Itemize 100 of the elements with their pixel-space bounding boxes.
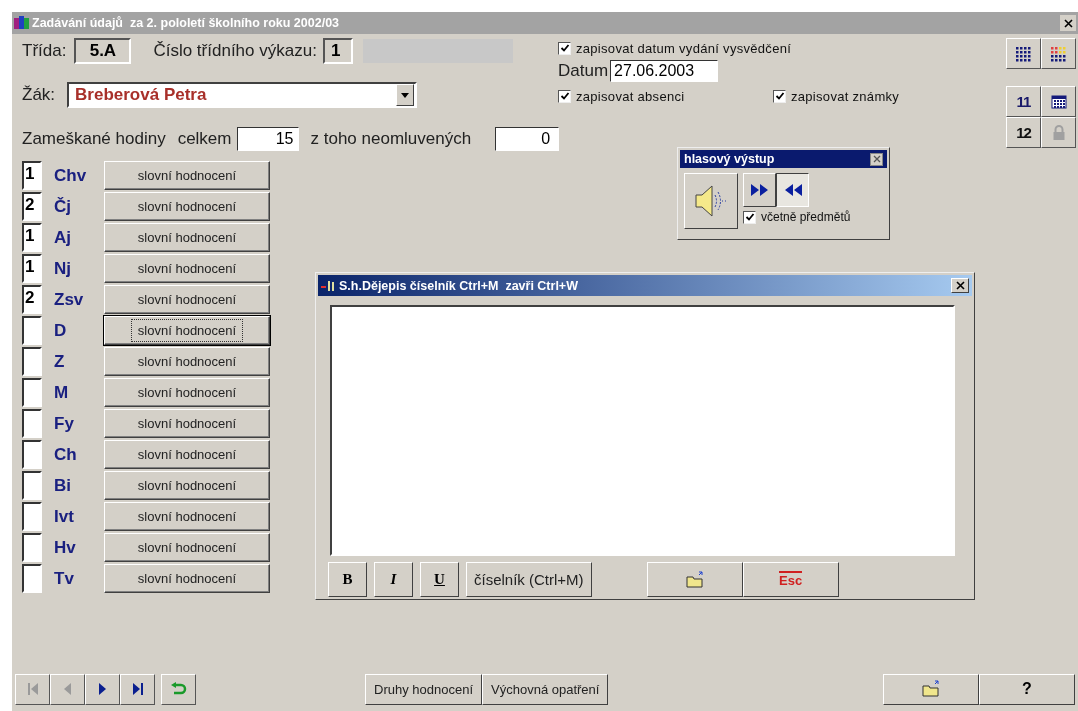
app-icon xyxy=(321,279,335,292)
grid-icon xyxy=(1014,45,1033,62)
total-hours-field[interactable]: 15 xyxy=(236,127,299,151)
subject-code: Ch xyxy=(53,444,78,465)
folder-icon xyxy=(684,570,705,589)
open-button[interactable] xyxy=(646,562,743,597)
folder-icon xyxy=(921,680,941,698)
grade-field[interactable] xyxy=(22,502,42,531)
grade-field[interactable] xyxy=(22,471,42,500)
verbal-assessment-button[interactable]: slovní hodnocení xyxy=(104,502,270,531)
student-label: Žák: xyxy=(22,85,56,105)
navigation-button[interactable] xyxy=(161,673,196,705)
toolbar-button[interactable]: 11 xyxy=(1006,86,1041,117)
verbal-assessment-button[interactable]: slovní hodnocení xyxy=(104,285,270,314)
rewind-icon xyxy=(783,184,802,196)
student-dropdown[interactable]: Breberová Petra xyxy=(67,82,418,108)
window-title: S.h.Dějepis číselník Ctrl+M zavři Ctrl+W xyxy=(339,278,579,293)
verbal-assessment-button[interactable]: slovní hodnocení xyxy=(104,471,270,500)
subject-code: Nj xyxy=(53,258,72,279)
open-button[interactable] xyxy=(883,673,979,705)
lookup-button[interactable]: číselník (Ctrl+M) xyxy=(466,562,592,597)
grade-field[interactable] xyxy=(22,378,42,407)
return-arrow-icon xyxy=(170,682,187,696)
fast-forward-icon xyxy=(750,184,769,196)
verbal-assessment-button[interactable]: slovní hodnocení xyxy=(104,223,270,252)
total-label: celkem xyxy=(177,129,232,149)
fast-forward-button[interactable] xyxy=(743,173,776,207)
grade-field[interactable] xyxy=(22,409,42,438)
subject-code: M xyxy=(53,382,70,403)
toolbar-button[interactable] xyxy=(1041,86,1076,117)
grid-icon xyxy=(1049,45,1068,62)
register-field: 1 xyxy=(322,38,353,64)
italic-button[interactable]: I xyxy=(374,562,413,597)
close-button[interactable] xyxy=(1060,15,1076,31)
last-record-icon xyxy=(132,683,143,695)
checkbox[interactable] xyxy=(558,41,571,55)
help-button[interactable]: ? xyxy=(979,673,1075,705)
verbal-assessment-button[interactable]: slovní hodnocení xyxy=(104,440,270,469)
class-field: 5.A xyxy=(74,38,132,64)
close-icon xyxy=(1063,18,1073,28)
toolbar-button[interactable] xyxy=(1041,38,1076,69)
navigation-button[interactable] xyxy=(85,673,120,705)
verbal-assessment-button[interactable]: slovní hodnocení xyxy=(104,564,270,593)
grade-field[interactable]: 2 xyxy=(22,285,42,314)
toolbar-button[interactable] xyxy=(1041,117,1076,148)
subject-code: Hv xyxy=(53,537,77,558)
subject-code: Ivt xyxy=(53,506,75,527)
dropdown-arrow-icon xyxy=(401,92,410,98)
grade-field[interactable] xyxy=(22,533,42,562)
toolbar-button[interactable] xyxy=(1006,38,1041,69)
verbal-assessment-button[interactable]: slovní hodnocení xyxy=(104,347,270,376)
subject-code: Zsv xyxy=(53,289,85,310)
grade-field[interactable]: 1 xyxy=(22,254,42,283)
calendar-icon xyxy=(1050,94,1067,109)
verbal-assessment-button[interactable]: slovní hodnocení xyxy=(104,254,270,283)
speak-button[interactable] xyxy=(684,173,738,229)
grade-field[interactable] xyxy=(22,440,42,469)
lock-icon xyxy=(1051,124,1066,141)
verbal-assessment-button[interactable]: slovní hodnocení xyxy=(104,192,270,221)
subject-code: Čj xyxy=(53,196,72,217)
window-title: hlasový výstup xyxy=(684,152,776,166)
verbal-assessment-button[interactable]: slovní hodnocení xyxy=(104,378,270,407)
grade-field[interactable] xyxy=(22,316,42,345)
checkbox-label: včetně předmětů xyxy=(761,210,851,224)
previous-icon xyxy=(64,683,71,695)
subject-code: Aj xyxy=(53,227,72,248)
footer-button[interactable]: Výchovná opatření xyxy=(482,673,609,705)
checkbox[interactable] xyxy=(773,89,786,103)
toolbar-button[interactable]: 12 xyxy=(1006,117,1041,148)
unexcused-label: z toho neomluvených xyxy=(310,129,472,149)
subject-code: Fy xyxy=(53,413,75,434)
next-icon xyxy=(99,683,106,695)
grade-field[interactable]: 2 xyxy=(22,192,42,221)
checkbox-label: zapisovat datum vydání vysvědčení xyxy=(576,40,792,56)
close-icon xyxy=(955,281,965,291)
verbal-assessment-button[interactable]: slovní hodnocení xyxy=(104,533,270,562)
verbal-assessment-button[interactable]: slovní hodnocení xyxy=(104,161,270,190)
window-title: Zadávání údajů za 2. pololetí školního roku 2002/03 xyxy=(32,16,341,30)
grade-field[interactable]: 1 xyxy=(22,161,42,190)
rewind-button[interactable] xyxy=(776,173,809,207)
close-button[interactable] xyxy=(870,152,883,166)
navigation-button[interactable] xyxy=(120,673,155,705)
close-icon xyxy=(872,155,881,163)
subject-code: Z xyxy=(53,351,66,372)
unexcused-hours-field[interactable]: 0 xyxy=(495,127,560,151)
footer-button[interactable]: Druhy hodnocení xyxy=(365,673,482,705)
checkbox[interactable] xyxy=(743,210,756,224)
checkbox[interactable] xyxy=(558,89,571,103)
first-record-icon xyxy=(27,683,38,695)
grade-field[interactable]: 1 xyxy=(22,223,42,252)
date-field[interactable]: 27.06.2003 xyxy=(610,60,719,82)
verbal-assessment-button[interactable]: slovní hodnocení xyxy=(104,316,270,345)
verbal-assessment-button[interactable]: slovní hodnocení xyxy=(104,409,270,438)
grade-field[interactable] xyxy=(22,347,42,376)
bold-button[interactable]: B xyxy=(328,562,367,597)
subject-code: D xyxy=(53,320,68,341)
app-icon xyxy=(14,16,30,30)
grade-field[interactable] xyxy=(22,564,42,593)
subject-code: Bi xyxy=(53,475,72,496)
underline-button[interactable]: U xyxy=(420,562,459,597)
